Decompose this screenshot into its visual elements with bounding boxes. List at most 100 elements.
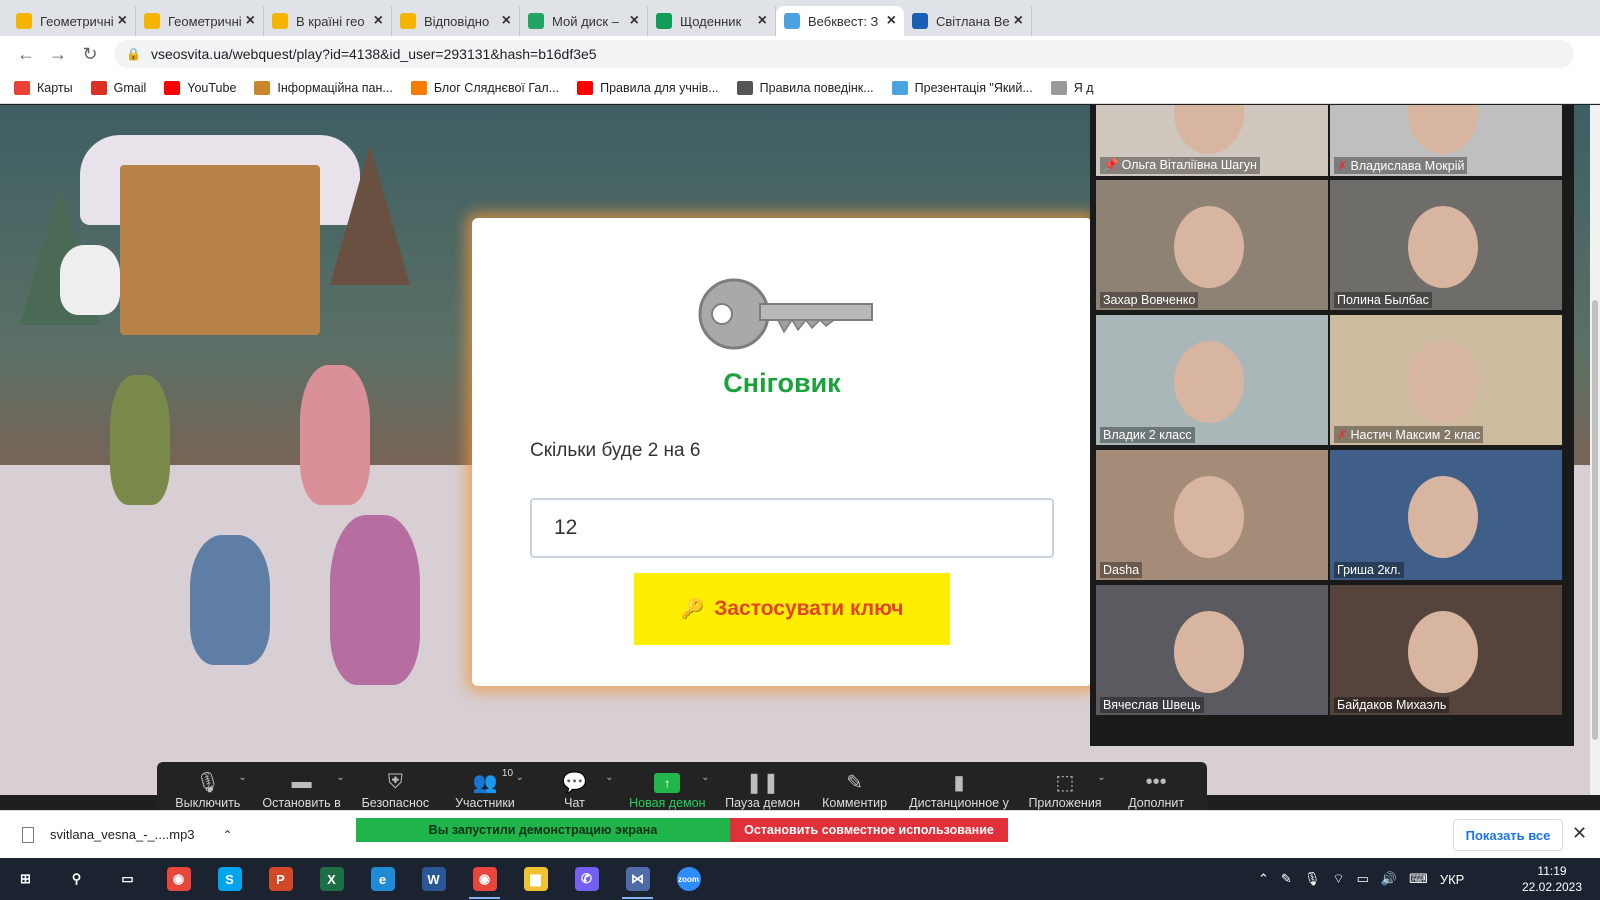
browser-tab[interactable]: В країні гео × (264, 6, 392, 36)
taskbar-app[interactable]: S (204, 858, 255, 900)
taskbar-app[interactable]: ▭ (102, 858, 153, 900)
taskbar-app[interactable]: e (357, 858, 408, 900)
caret-icon[interactable]: ⌄ (1097, 772, 1105, 783)
chevron-up-icon[interactable]: ⌃ (1258, 871, 1269, 887)
zoom-control-label: Выключить (175, 795, 241, 810)
browser-tab[interactable]: Світлана Ве × (904, 6, 1032, 36)
zoom-control[interactable]: ••• Дополнит (1121, 770, 1191, 810)
participant-tile[interactable]: Полина Былбас (1330, 180, 1562, 310)
scrollbar-thumb[interactable] (1592, 300, 1598, 740)
volume-icon[interactable]: 🔊 (1381, 871, 1397, 887)
tab-title: Вебквест: З (808, 13, 879, 29)
participant-tile[interactable]: Гриша 2кл. (1330, 450, 1562, 580)
taskbar-app[interactable]: ⊞ (0, 858, 51, 900)
browser-tab[interactable]: Мой диск – × (520, 6, 648, 36)
caret-icon[interactable]: ⌄ (701, 772, 709, 783)
show-all-button[interactable]: Показать все (1453, 819, 1563, 851)
caret-icon[interactable]: ⌄ (516, 772, 524, 783)
zoom-control-label: Чат (564, 795, 585, 810)
url-field[interactable]: 🔒 vseosvita.ua/webquest/play?id=4138&id_… (114, 40, 1574, 68)
participant-face (1174, 611, 1244, 693)
participant-tile[interactable]: Байдаков Михаэль (1330, 585, 1562, 715)
tab-close-icon[interactable]: × (630, 12, 639, 30)
participant-tile[interactable]: Вячеслав Швець (1096, 585, 1328, 715)
zoom-control[interactable]: ⛨ Безопаснос (360, 770, 430, 810)
browser-tab[interactable]: Відповідно × (392, 6, 520, 36)
tab-title: Щоденник (680, 13, 742, 29)
bookmark-item[interactable]: Правила поведінк... (736, 80, 874, 95)
bookmark-item[interactable]: YouTube (164, 80, 237, 95)
participant-tile[interactable]: Захар Вовченко (1096, 180, 1328, 310)
zoom-control[interactable]: ↑ ⌄ Новая демон (629, 770, 709, 810)
taskbar-app[interactable]: W (408, 858, 459, 900)
quest-title: Сніговик (723, 368, 841, 398)
participant-tile[interactable]: ✗ Настич Максим 2 клас (1330, 315, 1562, 445)
taskbar-app[interactable]: zoom (663, 858, 714, 900)
wifi-icon[interactable]: ⌔ (1332, 871, 1344, 887)
back-arrow-icon[interactable]: ← (10, 40, 42, 68)
apply-key-button[interactable]: 🔑 Застосувати ключ (634, 573, 950, 645)
zoom-control-label: Приложения (1028, 795, 1102, 810)
tab-close-icon[interactable]: × (374, 12, 383, 30)
language-indicator[interactable]: УКР (1440, 872, 1465, 887)
answer-input[interactable] (530, 498, 1054, 558)
download-item[interactable]: svitlana_vesna_-_....mp3 ⌃ (0, 826, 246, 843)
caret-icon[interactable]: ⌄ (238, 772, 246, 783)
taskbar-app[interactable]: P (255, 858, 306, 900)
tab-close-icon[interactable]: × (502, 12, 511, 30)
battery-icon[interactable]: ▭ (1357, 871, 1369, 887)
browser-tab[interactable]: Щоденник × (648, 6, 776, 36)
taskbar-app[interactable]: ▆ (510, 858, 561, 900)
zoom-control[interactable]: ✎ Комментир (820, 770, 890, 810)
bookmark-item[interactable]: Правила для учнів... (577, 80, 719, 95)
chevron-up-icon[interactable]: ⌃ (223, 828, 233, 842)
browser-tab[interactable]: Вебквест: З × (776, 6, 904, 36)
reload-icon[interactable]: ↻ (74, 40, 106, 68)
zoom-control[interactable]: ❚❚ Пауза демон (725, 770, 800, 810)
tab-close-icon[interactable]: × (1014, 12, 1023, 30)
browser-tab[interactable]: Геометричні × (8, 6, 136, 36)
participant-tile[interactable]: Владик 2 класс (1096, 315, 1328, 445)
participant-name-text: Полина Былбас (1337, 293, 1429, 307)
browser-tab[interactable]: Геометричні × (136, 6, 264, 36)
bookmark-item[interactable]: Gmail (90, 80, 146, 95)
tab-close-icon[interactable]: × (887, 12, 896, 30)
bookmark-item[interactable]: Блог Сляднєвої Гал... (410, 80, 559, 95)
keyboard-icon[interactable]: ⌨ (1409, 871, 1428, 887)
participant-tile[interactable]: ✗ Владислава Мокрій (1330, 105, 1562, 176)
bare-tree-graphic (330, 145, 410, 285)
participant-tile[interactable]: Dasha (1096, 450, 1328, 580)
zoom-control[interactable]: ▬ ⌄ Остановить в (262, 770, 344, 810)
caret-icon[interactable]: ⌄ (605, 772, 613, 783)
bookmark-label: YouTube (187, 80, 237, 95)
bookmark-item[interactable]: Карты (14, 80, 73, 95)
taskbar-app[interactable]: ✆ (561, 858, 612, 900)
zoom-control[interactable]: 💬 ⌄ Чат (540, 770, 613, 810)
close-icon[interactable]: ✕ (1572, 823, 1587, 844)
taskbar-app[interactable]: ◉ (459, 858, 510, 900)
zoom-control[interactable]: 👥 10 ⌄ Участники (450, 768, 524, 810)
microphone-icon[interactable]: 🎙 (1304, 871, 1321, 887)
clock[interactable]: 11:19 22.02.2023 (1512, 863, 1592, 895)
tab-close-icon[interactable]: × (246, 12, 255, 30)
taskbar-app[interactable]: ◉ (153, 858, 204, 900)
taskbar-app[interactable]: ⚲ (51, 858, 102, 900)
forward-arrow-icon[interactable]: → (42, 40, 74, 68)
participant-face (1408, 476, 1478, 558)
zoom-control[interactable]: 🎙 ⌄ Выключить (173, 770, 247, 810)
caret-icon[interactable]: ⌄ (336, 772, 344, 783)
pen-icon[interactable]: ✎ (1281, 871, 1292, 887)
file-explorer-icon: ▆ (523, 867, 548, 891)
stop-sharing-button[interactable]: Остановить совместное использование (730, 818, 1008, 842)
participant-name: Владик 2 класс (1100, 427, 1195, 443)
zoom-control[interactable]: ▮ Дистанционное у (909, 770, 1009, 810)
participant-tile[interactable]: 📌 Ольга Віталіївна Шагун (1096, 105, 1328, 176)
zoom-control[interactable]: ⬚ ⌄ Приложения (1028, 770, 1105, 810)
bookmark-item[interactable]: Інформаційна пан... (254, 80, 393, 95)
tab-close-icon[interactable]: × (118, 12, 127, 30)
bookmark-item[interactable]: Презентація "Який... (891, 80, 1033, 95)
taskbar-app[interactable]: ⋈ (612, 858, 663, 900)
bookmark-item[interactable]: Я д (1050, 80, 1094, 95)
taskbar-app[interactable]: X (306, 858, 357, 900)
tab-close-icon[interactable]: × (758, 12, 767, 30)
